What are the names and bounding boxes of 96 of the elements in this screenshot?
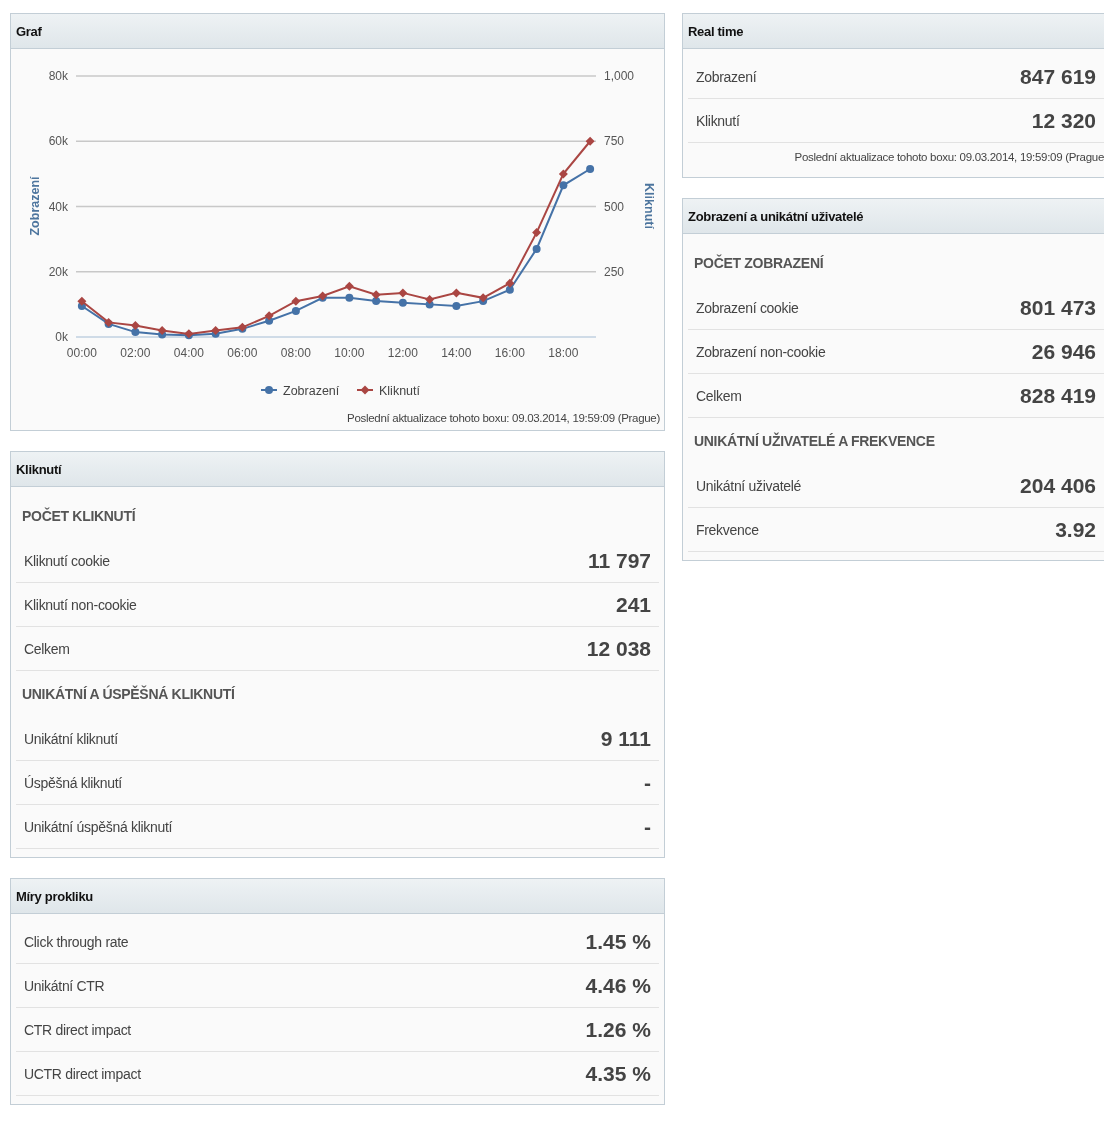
axis-tick-label: 06:00 (227, 346, 258, 360)
data-point (585, 136, 595, 146)
stat-value: - (644, 770, 651, 795)
stat-value: 3.92 (1055, 517, 1096, 542)
stat-label: Kliknutí non-cookie (24, 596, 137, 613)
stat-value: 12 320 (1031, 108, 1096, 133)
data-point (77, 296, 87, 306)
stat-label: Click through rate (24, 933, 129, 950)
data-point (291, 296, 301, 306)
axis-tick-label: 14:00 (441, 346, 472, 360)
stat-value: 9 111 (600, 726, 651, 751)
axis-tick-label: 04:00 (173, 346, 204, 360)
data-point (558, 169, 568, 179)
stat-value: 828 419 (1020, 383, 1096, 408)
axis-tick-label: 60k (48, 134, 68, 149)
data-point (532, 228, 542, 238)
stat-value: 204 406 (1020, 473, 1096, 498)
stat-value: - (644, 814, 651, 839)
axis-tick-label: 16:00 (494, 346, 525, 360)
data-point (586, 165, 595, 173)
axis-tick-label: 750 (604, 134, 625, 149)
axis-tick-label: 00:00 (66, 346, 97, 360)
section-heading: UNIKÁTNÍ A ÚSPĚŠNÁ KLIKNUTÍ (21, 684, 236, 704)
axis-tick-label: 20k (48, 264, 68, 279)
axis-title: Kliknutí (642, 183, 656, 229)
data-point (505, 278, 515, 288)
stat-label: Úspěšná kliknutí (24, 774, 122, 791)
axis-tick-label: 0k (55, 330, 68, 344)
stat-label: Zobrazení (696, 68, 757, 85)
stat-label: Frekvence (696, 521, 759, 538)
stat-value: 26 946 (1031, 339, 1096, 364)
axis-tick-label: 500 (604, 199, 625, 214)
stat-label: Celkem (24, 640, 70, 657)
legend-label[interactable]: Zobrazení (283, 383, 340, 398)
data-point (451, 288, 461, 298)
panel-header: Real time (683, 14, 1104, 49)
stat-value: 801 473 (1020, 295, 1096, 320)
data-point (130, 321, 140, 330)
data-point (131, 328, 140, 337)
stat-label: Kliknutí (696, 112, 740, 129)
stat-label: Unikátní CTR (24, 977, 105, 994)
stat-value: 4.46 % (585, 973, 651, 998)
axis-tick-label: 18:00 (548, 346, 579, 360)
stat-label: Unikátní úspěšná kliknutí (24, 818, 173, 835)
update-note: Poslední aktualizace tohoto boxu: 09.03.2014, 19:59:09 (Prague (793, 150, 1104, 165)
data-point (398, 288, 408, 298)
legend-circle-icon (260, 386, 278, 394)
data-point (478, 293, 488, 303)
data-point (264, 311, 274, 321)
axis-tick-label: 08:00 (280, 346, 311, 360)
data-point (345, 293, 354, 302)
section-heading: POČET ZOBRAZENÍ (693, 253, 825, 273)
data-point (344, 281, 354, 291)
stat-value: 1.26 % (585, 1017, 651, 1042)
stat-value: 241 (615, 592, 651, 617)
stat-value: 11 797 (587, 548, 651, 573)
axis-tick-label: 250 (604, 264, 625, 279)
data-point (291, 306, 300, 315)
stat-value: 4.35 % (585, 1061, 651, 1086)
stat-label: Kliknutí cookie (24, 552, 110, 569)
panel-header: Kliknutí (11, 452, 664, 487)
stat-value: 847 619 (1020, 64, 1096, 89)
data-point (371, 290, 381, 300)
stat-label: Zobrazení cookie (696, 299, 799, 316)
stat-label: Celkem (696, 387, 742, 404)
section-heading: POČET KLIKNUTÍ (21, 506, 137, 526)
stat-label: Unikátní kliknutí (24, 730, 118, 747)
axis-tick-label: 1,000 (604, 69, 635, 83)
data-point (398, 298, 407, 307)
axis-tick-label: 10:00 (334, 346, 365, 360)
axis-title: Zobrazení (28, 176, 42, 236)
stat-label: UCTR direct impact (24, 1065, 141, 1082)
panel-header: Zobrazení a unikátní uživatelé (683, 199, 1104, 234)
data-point (505, 285, 514, 294)
axis-tick-label: 02:00 (120, 346, 151, 360)
data-point (559, 181, 568, 190)
panel-header: Graf (11, 14, 664, 49)
data-point (157, 326, 167, 335)
stat-value: 1.45 % (585, 929, 651, 954)
update-note: Poslední aktualizace tohoto boxu: 09.03.2014, 19:59:09 (Prague) (346, 411, 660, 426)
data-point (452, 302, 461, 310)
legend-label[interactable]: Kliknutí (379, 383, 420, 398)
stat-label: Unikátní uživatelé (696, 477, 802, 494)
data-point (532, 244, 541, 253)
legend-diamond-icon (356, 385, 374, 395)
axis-tick-label: 40k (48, 199, 68, 214)
panel-header: Míry prokliku (11, 879, 664, 914)
stat-value: 12 038 (586, 636, 651, 661)
data-point (372, 297, 381, 306)
section-heading: UNIKÁTNÍ UŽIVATELÉ A FREKVENCE (693, 431, 936, 451)
stat-label: Zobrazení non-cookie (696, 343, 826, 360)
data-point (425, 294, 435, 304)
data-point (211, 326, 221, 335)
stat-label: CTR direct impact (24, 1021, 131, 1038)
axis-tick-label: 80k (48, 69, 68, 83)
axis-tick-label: 12:00 (387, 346, 418, 360)
